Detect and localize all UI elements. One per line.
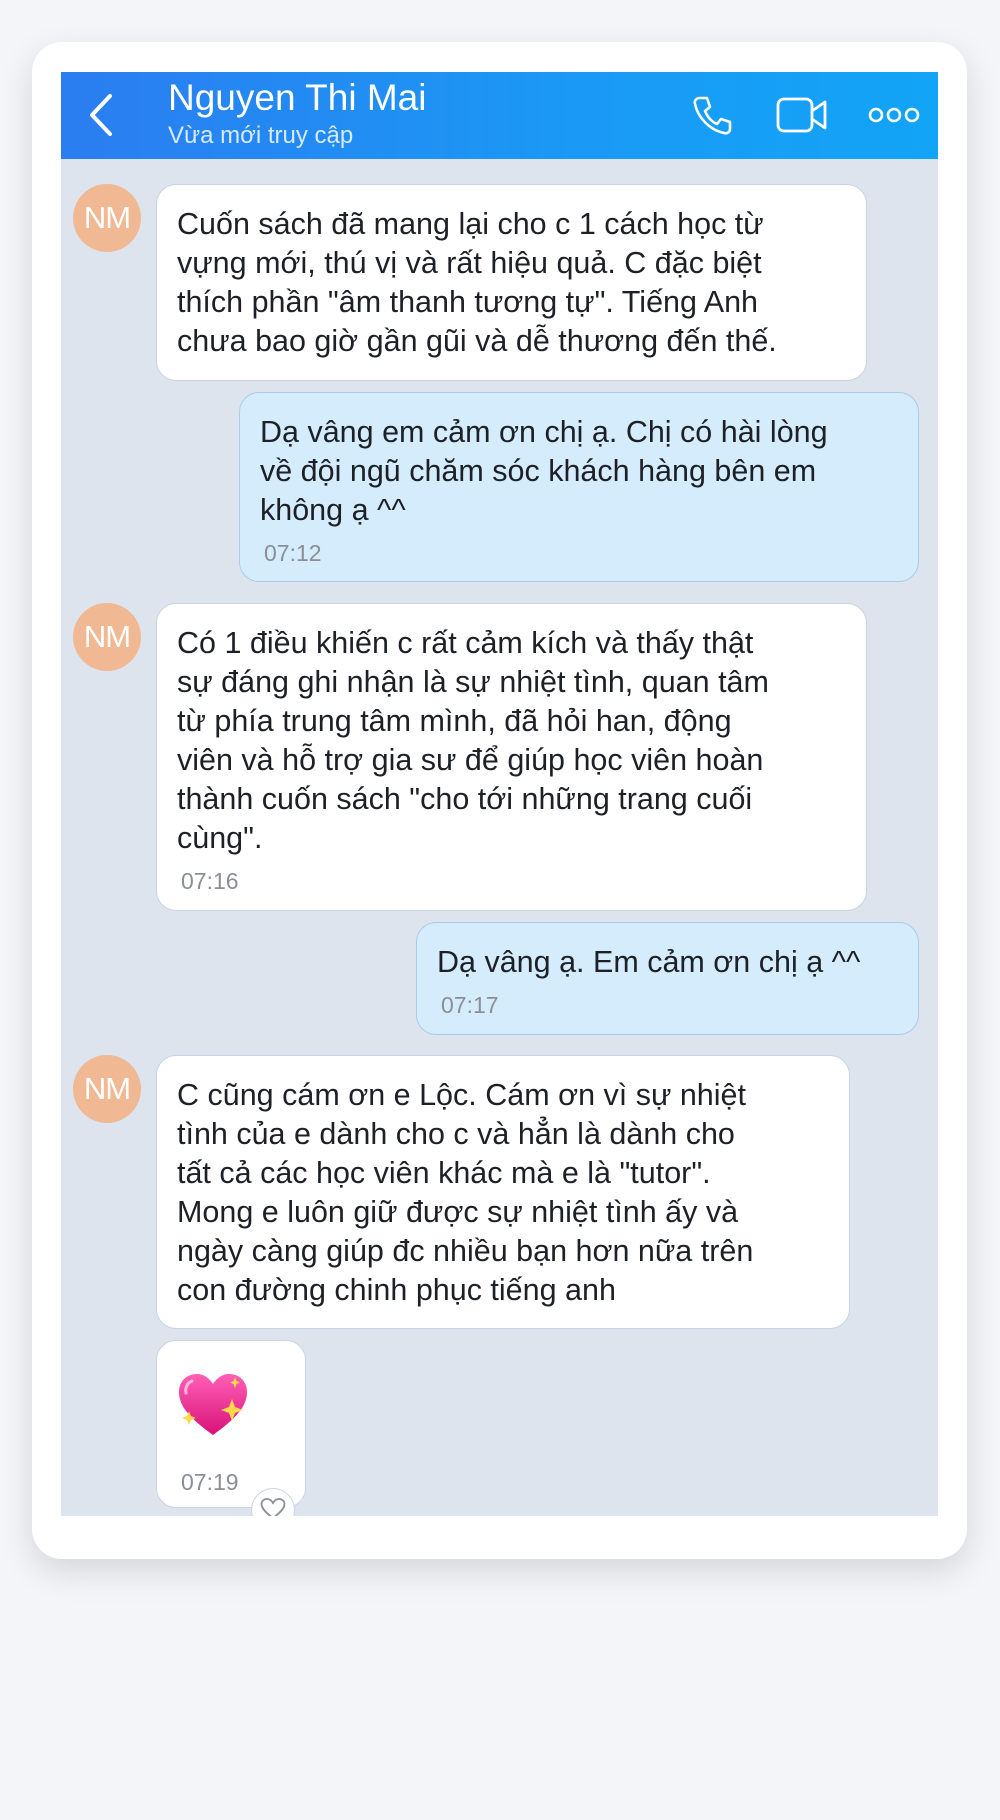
call-button[interactable] <box>685 86 739 144</box>
more-dots-icon <box>868 107 920 123</box>
contact-status: Vừa mới truy cập <box>168 122 354 149</box>
message-time: 07:19 <box>181 1469 239 1495</box>
message-time: 07:17 <box>441 992 499 1018</box>
message-line: cùng". <box>177 821 263 855</box>
message-line: không ạ ^^ <box>260 493 406 527</box>
avatar-initials: NM <box>83 1071 131 1106</box>
message-time: 07:12 <box>264 540 322 566</box>
chevron-left-icon <box>90 94 112 136</box>
message-time: 07:16 <box>181 868 239 894</box>
message-line: C cũng cám ơn e Lộc. Cám ơn vì sự nhiệt <box>177 1078 746 1112</box>
message-line: tình của e dành cho c và hẳn là dành cho <box>177 1117 735 1151</box>
message-line: chưa bao giờ gần gũi và dễ thương đến th… <box>177 324 777 358</box>
message-bubble-incoming[interactable]: C cũng cám ơn e Lộc. Cám ơn vì sự nhiệt … <box>156 1055 850 1329</box>
message-bubble-outgoing[interactable]: Dạ vâng em cảm ơn chị ạ. Chị có hài lòng… <box>239 392 919 582</box>
message-line: tất cả các học viên khác mà e là "tutor"… <box>177 1156 711 1190</box>
more-options-button[interactable] <box>866 86 922 144</box>
message-bubble-outgoing[interactable]: Dạ vâng ạ. Em cảm ơn chị ạ ^^ 07:17 <box>416 922 919 1035</box>
message-line: Mong e luôn giữ được sự nhiệt tình ấy và <box>177 1195 739 1229</box>
contact-name: Nguyen Thi Mai <box>168 77 427 118</box>
message-line: sự đáng ghi nhận là sự nhiệt tình, quan … <box>177 665 769 699</box>
message-bubble-incoming[interactable]: Có 1 điều khiến c rất cảm kích và thấy t… <box>156 603 867 911</box>
message-line: con đường chinh phục tiếng anh <box>177 1273 616 1307</box>
phone-icon <box>693 96 732 135</box>
message-line: Dạ vâng ạ. Em cảm ơn chị ạ ^^ <box>437 945 861 979</box>
video-call-button[interactable] <box>772 86 832 144</box>
message-bubble-incoming[interactable]: Cuốn sách đã mang lại cho c 1 cách học t… <box>156 184 867 381</box>
message-line: Dạ vâng em cảm ơn chị ạ. Chị có hài lòng <box>260 415 828 449</box>
sparkling-heart-icon <box>179 1374 247 1435</box>
message-line: về đội ngũ chăm sóc khách hàng bên em <box>260 454 817 488</box>
message-line: Cuốn sách đã mang lại cho c 1 cách học t… <box>177 207 764 241</box>
avatar[interactable]: NM <box>73 603 141 671</box>
video-camera-icon <box>776 97 827 133</box>
avatar[interactable]: NM <box>73 1055 141 1123</box>
message-line: từ phía trung tâm mình, đã hỏi han, động <box>177 704 732 738</box>
chat-header: Nguyen Thi Mai Vừa mới truy cập <box>61 72 938 159</box>
message-line: thích phần "âm thanh tương tự". Tiếng An… <box>177 285 759 319</box>
chat-screen: Nguyen Thi Mai Vừa mới truy cập NM Cuốn … <box>61 72 938 1516</box>
avatar[interactable]: NM <box>73 184 141 252</box>
message-line: thành cuốn sách "cho tới những trang cuố… <box>177 782 753 816</box>
message-line: ngày càng giúp đc nhiều bạn hơn nữa trên <box>177 1234 754 1268</box>
avatar-initials: NM <box>83 619 131 654</box>
message-bubble-sticker[interactable]: 07:19 <box>156 1340 306 1508</box>
message-line: viên và hỗ trợ gia sư để giúp học viên h… <box>177 743 764 777</box>
heart-outline-icon <box>260 1498 286 1516</box>
avatar-initials: NM <box>83 200 131 235</box>
message-line: vựng mới, thú vị và rất hiệu quả. C đặc … <box>177 246 762 280</box>
message-line: Có 1 điều khiến c rất cảm kích và thấy t… <box>177 626 754 660</box>
back-button[interactable] <box>79 90 123 140</box>
